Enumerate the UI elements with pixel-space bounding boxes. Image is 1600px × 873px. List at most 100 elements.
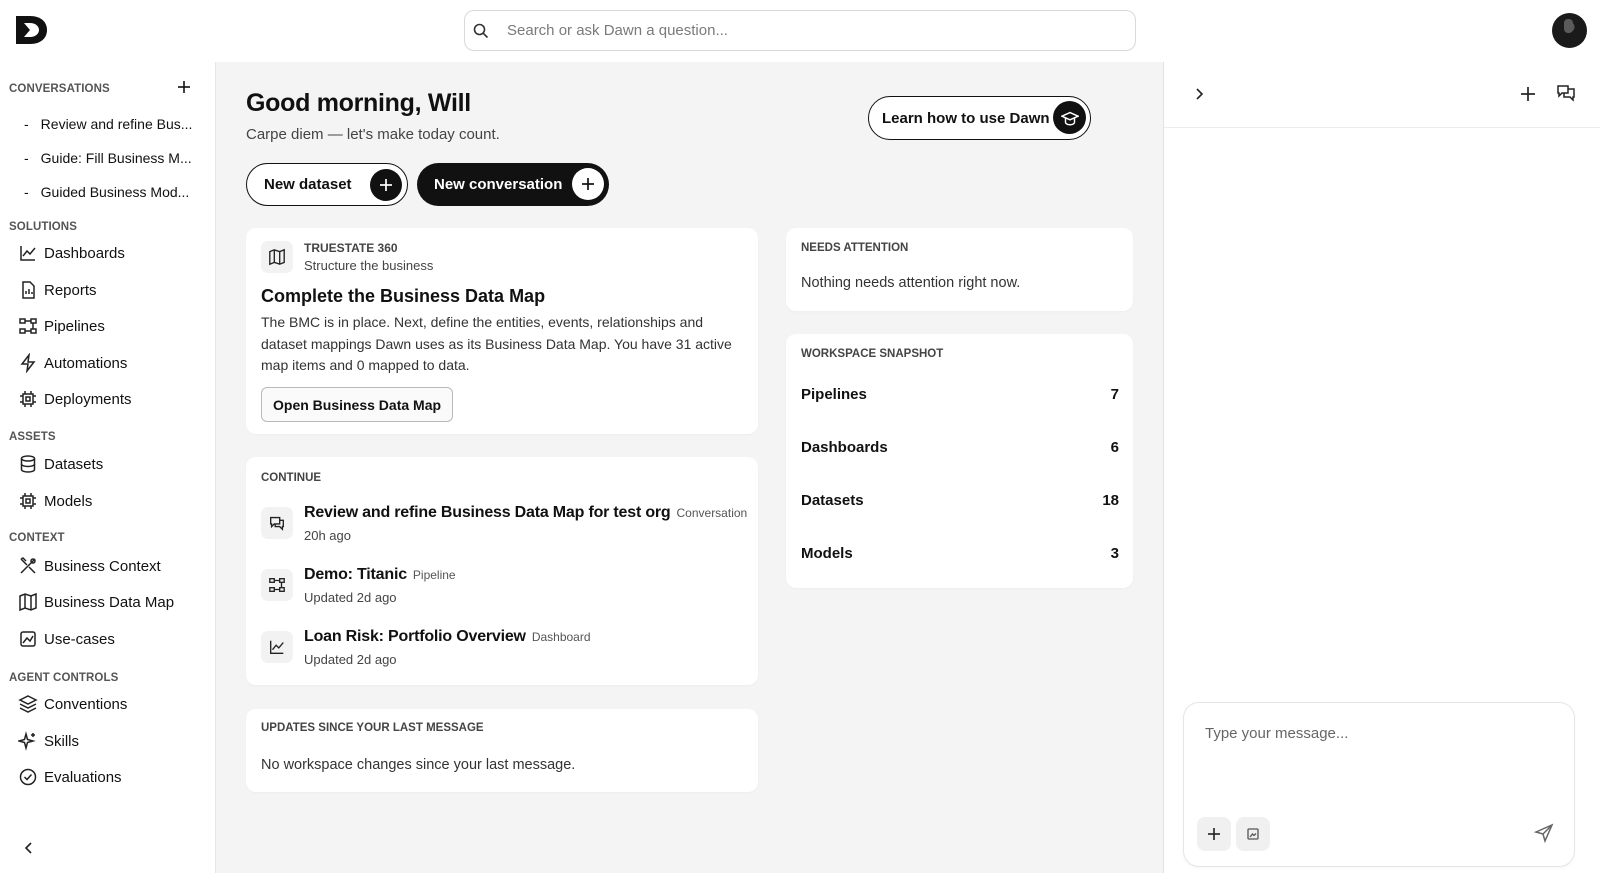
continue-card: CONTINUE Review and refine Business Data… xyxy=(246,457,758,685)
bolt-icon xyxy=(20,353,36,373)
continue-item-sub: Updated 2d ago xyxy=(304,652,397,667)
dawn-logo[interactable] xyxy=(14,14,50,46)
add-attachment-button[interactable] xyxy=(1197,817,1231,851)
user-avatar[interactable] xyxy=(1552,13,1587,48)
updates-card: UPDATES SINCE YOUR LAST MESSAGE No works… xyxy=(246,709,758,792)
search-bar[interactable] xyxy=(464,10,1136,51)
pipeline-icon xyxy=(19,318,37,334)
sidebar-item-pipelines[interactable]: Pipelines xyxy=(18,313,105,339)
conversation-label: Review and refine Bus... xyxy=(40,116,193,132)
chevron-right-icon[interactable] xyxy=(1189,84,1209,104)
snapshot-row-dashboards[interactable]: Dashboards 6 xyxy=(801,439,1119,456)
continue-item-title: Demo: Titanic xyxy=(304,566,407,583)
send-icon[interactable] xyxy=(1534,823,1554,843)
continue-item[interactable]: Loan Risk: Portfolio Overview Dashboard U… xyxy=(261,628,751,682)
needs-attention-body: Nothing needs attention right now. xyxy=(801,275,1021,291)
workspace-snapshot-card: WORKSPACE SNAPSHOT Pipelines 7 Dashboards… xyxy=(786,334,1133,588)
card-kicker-sub: Structure the business xyxy=(304,258,434,273)
sidebar-item-automations[interactable]: Automations xyxy=(18,350,127,376)
continue-item-sub: 20h ago xyxy=(304,528,351,543)
plus-icon xyxy=(1208,828,1220,840)
chat-panel xyxy=(1163,62,1600,873)
updates-heading: UPDATES SINCE YOUR LAST MESSAGE xyxy=(261,722,484,734)
conversation-item[interactable]: - Guided Business Mod... xyxy=(24,184,189,200)
report-icon xyxy=(22,281,35,299)
continue-item-tag: Pipeline xyxy=(412,568,456,582)
solutions-heading: SOLUTIONS xyxy=(9,221,77,233)
sidebar-item-reports[interactable]: Reports xyxy=(18,277,97,303)
new-conversation-button[interactable]: New conversation xyxy=(417,163,609,206)
chat-history-icon[interactable] xyxy=(1556,83,1576,103)
conversations-heading: CONVERSATIONS xyxy=(9,83,110,95)
map-icon xyxy=(19,592,37,612)
continue-item[interactable]: Review and refine Business Data Map for … xyxy=(261,504,751,558)
snapshot-heading: WORKSPACE SNAPSHOT xyxy=(801,348,944,360)
continue-item-tag: Conversation xyxy=(676,506,748,520)
sidebar-item-models[interactable]: Models xyxy=(18,488,92,514)
sidebar-item-datasets[interactable]: Datasets xyxy=(18,451,103,477)
image-icon xyxy=(1247,828,1259,840)
sidebar-item-dashboards[interactable]: Dashboards xyxy=(18,240,125,266)
open-business-data-map-button[interactable]: Open Business Data Map xyxy=(261,387,454,422)
image-chart-icon xyxy=(20,631,36,647)
collapse-sidebar-icon[interactable] xyxy=(21,840,37,856)
map-icon xyxy=(261,241,293,273)
agent-controls-heading: AGENT CONTROLS xyxy=(9,672,119,684)
conversation-item[interactable]: - Guide: Fill Business M... xyxy=(24,150,192,166)
model-icon xyxy=(20,493,36,509)
continue-heading: CONTINUE xyxy=(261,472,322,484)
graduation-cap-icon xyxy=(1053,101,1086,134)
greeting-subtitle: Carpe diem — let's make today count. xyxy=(246,126,500,143)
check-circle-icon xyxy=(19,768,37,786)
card-description: The BMC is in place. Next, define the en… xyxy=(261,314,732,373)
sidebar-item-conventions[interactable]: Conventions xyxy=(18,691,127,717)
pipeline-icon xyxy=(261,569,293,601)
new-chat-icon[interactable] xyxy=(1518,84,1538,104)
sidebar-item-skills[interactable]: Skills xyxy=(18,728,79,754)
new-dataset-button[interactable]: New dataset xyxy=(246,163,408,206)
conversation-label: Guided Business Mod... xyxy=(40,184,190,200)
search-icon xyxy=(471,21,491,41)
sidebar-item-use-cases[interactable]: Use-cases xyxy=(18,626,115,652)
assets-heading: ASSETS xyxy=(9,431,56,443)
needs-attention-heading: NEEDS ATTENTION xyxy=(801,242,909,254)
card-title: Complete the Business Data Map xyxy=(261,286,546,306)
sidebar-item-deployments[interactable]: Deployments xyxy=(18,386,132,412)
top-bar xyxy=(0,0,1600,62)
sidebar: CONVERSATIONS - Review and refine Bus... … xyxy=(0,62,216,873)
chat-icon xyxy=(261,507,293,539)
sidebar-item-business-context[interactable]: Business Context xyxy=(18,553,161,579)
deploy-icon xyxy=(20,391,36,407)
continue-item[interactable]: Demo: Titanic Pipeline Updated 2d ago xyxy=(261,566,751,620)
chat-panel-header xyxy=(1164,62,1600,128)
database-icon xyxy=(20,455,36,473)
continue-item-tag: Dashboard xyxy=(531,630,591,644)
continue-item-sub: Updated 2d ago xyxy=(304,590,397,605)
conversation-label: Guide: Fill Business M... xyxy=(40,150,192,166)
snapshot-row-datasets[interactable]: Datasets 18 xyxy=(801,492,1119,509)
chat-composer xyxy=(1183,702,1575,867)
plus-icon xyxy=(572,168,604,200)
continue-item-title: Loan Risk: Portfolio Overview xyxy=(304,628,526,645)
attach-image-button[interactable] xyxy=(1236,817,1270,851)
needs-attention-card: NEEDS ATTENTION Nothing needs attention … xyxy=(786,228,1133,311)
learn-dawn-button[interactable]: Learn how to use Dawn xyxy=(868,96,1091,140)
conversation-item[interactable]: - Review and refine Bus... xyxy=(24,116,192,132)
layers-icon xyxy=(18,695,38,713)
main-content: Good morning, Will Carpe diem — let's ma… xyxy=(216,62,1163,873)
continue-item-title: Review and refine Business Data Map for … xyxy=(304,504,671,521)
snapshot-row-pipelines[interactable]: Pipelines 7 xyxy=(801,386,1119,403)
chat-message-input[interactable] xyxy=(1205,725,1555,785)
greeting-title: Good morning, Will xyxy=(246,89,471,117)
search-input[interactable] xyxy=(507,22,1107,39)
chart-line-icon xyxy=(20,246,36,261)
plus-icon xyxy=(370,169,402,201)
sidebar-item-evaluations[interactable]: Evaluations xyxy=(18,764,122,790)
sidebar-item-business-data-map[interactable]: Business Data Map xyxy=(18,589,174,615)
add-conversation-icon[interactable] xyxy=(176,79,192,95)
tools-icon xyxy=(20,557,36,574)
chart-line-icon xyxy=(261,631,293,663)
sparkle-icon xyxy=(18,731,36,751)
snapshot-row-models[interactable]: Models 3 xyxy=(801,545,1119,562)
truestate-card: TRUESTATE 360 Structure the business Com… xyxy=(246,228,758,434)
